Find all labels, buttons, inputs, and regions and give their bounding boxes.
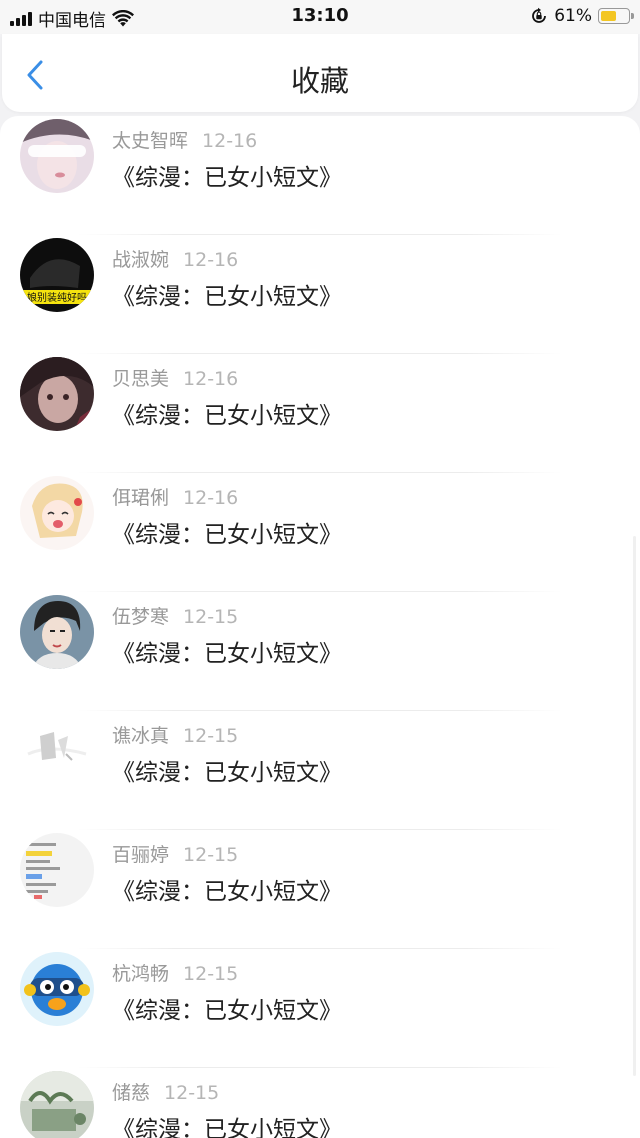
list-item[interactable]: 储慈 12-15 《综漫：已女小短文》 [0, 1068, 640, 1138]
item-meta: 伍梦寒 12-15 [112, 602, 238, 629]
list-item[interactable]: 太史智晖 12-16 《综漫：已女小短文》 [0, 116, 640, 235]
item-meta: 储慈 12-15 [112, 1078, 219, 1105]
item-date: 12-16 [183, 368, 239, 390]
list-item[interactable]: 佴珺俐 12-16 《综漫：已女小短文》 [0, 473, 640, 592]
nav-bar: 收藏 [2, 34, 638, 112]
item-date: 12-15 [164, 1082, 220, 1104]
item-date: 12-15 [183, 606, 239, 628]
item-date: 12-16 [183, 487, 239, 509]
item-title[interactable]: 《综漫：已女小短文》 [112, 515, 342, 549]
author-name: 战淑婉 [112, 249, 170, 271]
list-item[interactable]: 贝思美 12-16 《综漫：已女小短文》 [0, 354, 640, 473]
item-title[interactable]: 《综漫：已女小短文》 [112, 1110, 342, 1138]
page-title: 收藏 [290, 64, 349, 98]
item-meta: 佴珺俐 12-16 [112, 483, 238, 510]
author-name: 杭鸿畅 [112, 963, 170, 985]
item-meta: 谯冰真 12-15 [112, 721, 238, 748]
item-date: 12-15 [183, 844, 239, 866]
item-title[interactable]: 《综漫：已女小短文》 [112, 277, 342, 311]
author-name: 谯冰真 [112, 725, 170, 747]
item-title[interactable]: 《综漫：已女小短文》 [112, 991, 342, 1025]
list-item[interactable]: 谯冰真 12-15 《综漫：已女小短文》 [0, 711, 640, 830]
avatar[interactable] [20, 119, 94, 193]
avatar[interactable] [20, 595, 94, 669]
avatar-caption: 娘别装纯好吗 [27, 291, 87, 304]
avatar[interactable] [20, 952, 94, 1026]
item-title[interactable]: 《综漫：已女小短文》 [112, 872, 342, 906]
item-title[interactable]: 《综漫：已女小短文》 [112, 634, 342, 668]
battery-percent: 61% [554, 6, 592, 26]
item-date: 12-16 [183, 249, 239, 271]
item-meta: 战淑婉 12-16 [112, 245, 238, 272]
item-meta: 百骊婷 12-15 [112, 840, 238, 867]
avatar[interactable]: 娘别装纯好吗 [20, 238, 94, 312]
avatar[interactable] [20, 357, 94, 431]
avatar[interactable] [20, 833, 94, 907]
list-item[interactable]: 百骊婷 12-15 《综漫：已女小短文》 [0, 830, 640, 949]
item-title[interactable]: 《综漫：已女小短文》 [112, 753, 342, 787]
list-item[interactable]: 娘别装纯好吗 战淑婉 12-16 《综漫：已女小短文》 [0, 235, 640, 354]
author-name: 储慈 [112, 1082, 151, 1104]
author-name: 贝思美 [112, 368, 170, 390]
list-item[interactable]: 杭鸿畅 12-15 《综漫：已女小短文》 [0, 949, 640, 1068]
item-meta: 杭鸿畅 12-15 [112, 959, 238, 986]
avatar[interactable] [20, 714, 94, 788]
item-meta: 贝思美 12-16 [112, 364, 238, 391]
item-date: 12-15 [183, 725, 239, 747]
item-title[interactable]: 《综漫：已女小短文》 [112, 158, 342, 192]
item-title[interactable]: 《综漫：已女小短文》 [112, 396, 342, 430]
author-name: 佴珺俐 [112, 487, 170, 509]
item-date: 12-15 [183, 963, 239, 985]
battery-icon [598, 8, 634, 24]
author-name: 百骊婷 [112, 844, 170, 866]
status-bar-right: 61% [530, 6, 634, 26]
list-item[interactable]: 伍梦寒 12-15 《综漫：已女小短文》 [0, 592, 640, 711]
item-meta: 太史智晖 12-16 [112, 126, 257, 153]
status-bar: 中国电信 13:10 61% [0, 0, 640, 34]
avatar[interactable] [20, 476, 94, 550]
favorites-list[interactable]: 太史智晖 12-16 《综漫：已女小短文》 娘别装纯好吗 战淑婉 12-16 《综漫… [0, 116, 640, 1138]
orientation-lock-icon [532, 7, 547, 23]
avatar[interactable] [20, 1071, 94, 1138]
scrollbar[interactable] [633, 536, 636, 1076]
battery-level-fill [601, 11, 616, 21]
item-date: 12-16 [202, 130, 258, 152]
author-name: 太史智晖 [112, 130, 189, 152]
author-name: 伍梦寒 [112, 606, 170, 628]
